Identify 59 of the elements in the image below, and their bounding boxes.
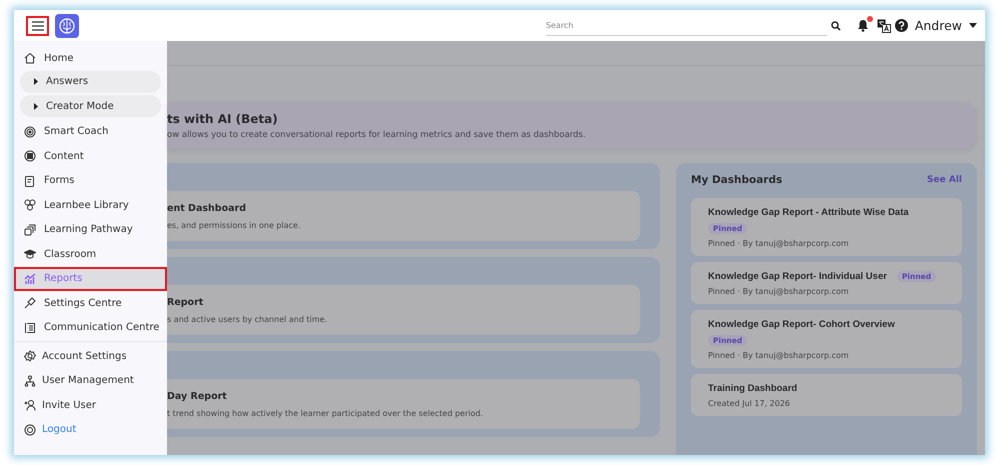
sidebar-item[interactable]: Settings Centre: [14, 291, 167, 316]
search-field[interactable]: Search: [546, 15, 827, 36]
report-description: t trend showing how actively the learner participated over the selected period.: [167, 408, 484, 418]
sidebar-item[interactable]: Learning Pathway: [14, 218, 167, 242]
translate-icon[interactable]: [876, 18, 891, 32]
sidebar-item[interactable]: Invite User: [14, 393, 167, 418]
dashboard-meta: Pinned · By tanuj@bsharpcorp.com: [708, 351, 850, 360]
report-card[interactable]: Day Report t trend showing how actively the learner participated over the selected period.: [167, 379, 640, 429]
help-icon[interactable]: [894, 19, 908, 32]
menu-button[interactable]: [26, 16, 49, 36]
report-title: ent Dashboard: [167, 202, 247, 214]
banner-description: ow allows you to create conversational reports for learning metrics and save them as dashboards.: [167, 130, 587, 140]
dashboard-title: Training Dashboard: [708, 383, 798, 394]
sidebar-item[interactable]: Account Settings: [14, 344, 167, 368]
sidebar-item[interactable]: Communication Centre: [14, 316, 167, 340]
list-icon: [24, 322, 36, 334]
sidebar-item[interactable]: Home: [14, 46, 167, 70]
search-icon[interactable]: [830, 20, 841, 30]
sidebar-item[interactable]: Classroom: [14, 242, 167, 266]
org-chart-icon: [24, 374, 36, 387]
report-title: Day Report: [167, 390, 228, 402]
banner-title: ts with AI (Beta): [167, 112, 279, 126]
sidebar-item[interactable]: Learnbee Library: [14, 193, 167, 218]
bell-icon[interactable]: [856, 19, 869, 32]
home-icon: [24, 52, 36, 64]
bar-chart-icon: [24, 272, 36, 285]
target-icon: [24, 126, 36, 138]
brain-logo-icon: [55, 14, 79, 38]
clipboard-icon: [24, 174, 36, 187]
dashboard-title: Knowledge Gap Report- Cohort Overview: [708, 319, 895, 330]
graduation-cap-icon: [24, 248, 36, 260]
add-user-icon: [24, 399, 36, 412]
panel-title: My Dashboards: [691, 174, 782, 186]
caret-right-icon: [34, 102, 38, 110]
report-title: Report: [167, 296, 204, 308]
dashboard-meta: Pinned · By tanuj@bsharpcorp.com: [708, 239, 850, 248]
sidebar-item[interactable]: Forms: [14, 168, 167, 193]
dashboard-meta: Created Jul 17, 2026: [708, 399, 792, 408]
dashboard-title: Knowledge Gap Report- Individual User: [708, 271, 887, 282]
user-menu[interactable]: Andrew: [912, 18, 965, 33]
sidebar-item[interactable]: User Management: [14, 368, 167, 393]
dashboard-title: Knowledge Gap Report - Attribute Wise Data: [708, 207, 909, 218]
dashboard-card[interactable]: Training Dashboard Created Jul 17, 2026: [691, 374, 962, 416]
report-description: s and active users by channel and time.: [167, 314, 328, 324]
dashboard-meta: Pinned · By tanuj@bsharpcorp.com: [708, 287, 850, 296]
menu-icon: [32, 20, 44, 30]
sidebar-group[interactable]: Creator Mode: [20, 95, 161, 117]
report-card[interactable]: ent Dashboard es, and permissions in one place.: [167, 191, 640, 241]
caret-down-icon[interactable]: [969, 23, 977, 28]
report-card[interactable]: Report s and active users by channel and time.: [167, 285, 640, 335]
gear-icon: [24, 350, 36, 362]
sidebar-item[interactable]: Content: [14, 144, 167, 168]
circles-icon: [24, 199, 36, 212]
sidebar-item[interactable]: Logout: [14, 418, 167, 442]
stacked-cards-icon: [24, 224, 36, 236]
sidebar-item[interactable]: Smart Coach: [14, 120, 167, 144]
sidebar-group[interactable]: Answers: [20, 70, 161, 92]
report-description: es, and permissions in one place.: [167, 220, 302, 230]
caret-right-icon: [34, 78, 38, 85]
